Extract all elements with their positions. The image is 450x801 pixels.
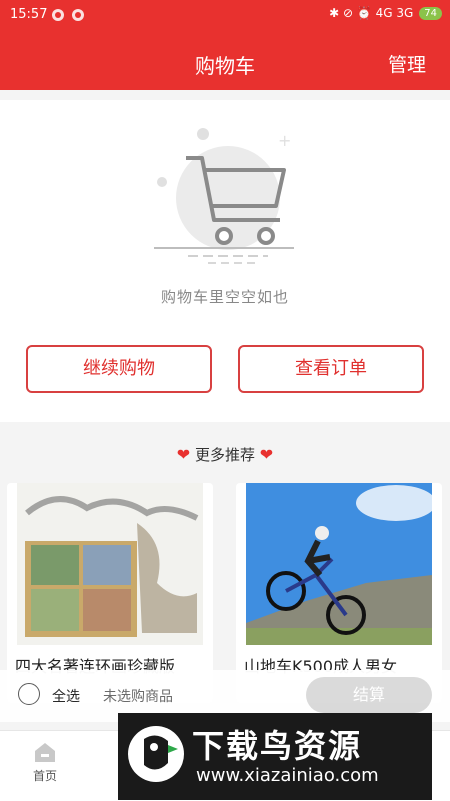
status-icons: ✱ ⊘ ⏰ 4G 3G 74	[329, 6, 442, 20]
svg-text:+: +	[278, 131, 291, 150]
battery-icon: 74	[419, 6, 442, 20]
home-icon	[35, 743, 55, 762]
manage-button[interactable]: 管理	[388, 50, 426, 77]
recommend-header: ❤ 更多推荐 ❤	[0, 444, 450, 465]
mountain-bike-image	[246, 483, 432, 645]
status-bar: 15:57 ✱ ⊘ ⏰ 4G 3G 74	[0, 0, 450, 30]
view-orders-button[interactable]: 查看订单	[238, 345, 424, 393]
select-all-radio[interactable]	[18, 683, 40, 705]
comic-books-image	[17, 483, 203, 645]
continue-shopping-button[interactable]: 继续购物	[26, 345, 212, 393]
watermark-title: 下载鸟资源	[192, 727, 363, 765]
tab-home-label: 首页	[32, 769, 57, 783]
heart-icon: ❤	[176, 445, 191, 464]
empty-cart-panel: + 购物车里空空如也 继续购物 查看订单	[0, 100, 450, 422]
recommend-title: 更多推荐	[194, 446, 255, 464]
selection-status: 未选购商品	[103, 689, 173, 705]
empty-cart-message: 购物车里空空如也	[160, 288, 289, 306]
page-title: 购物车	[195, 54, 255, 78]
select-all-label[interactable]: 全选	[52, 686, 80, 706]
watermark-banner: 下载鸟资源 www.xiazainiao.com	[118, 713, 432, 800]
status-time: 15:57	[10, 7, 48, 22]
empty-cart-icon: +	[154, 128, 294, 264]
header: 购物车 管理	[0, 30, 450, 90]
bird-logo-icon	[128, 726, 184, 782]
checkout-button[interactable]: 结算	[306, 677, 432, 713]
signal-icons: ✱ ⊘ ⏰ 4G 3G	[329, 6, 414, 20]
watermark-url: www.xiazainiao.com	[196, 765, 379, 786]
notification-icon	[52, 9, 64, 21]
tab-home[interactable]: 首页	[22, 741, 68, 784]
notification-icon	[72, 9, 84, 21]
heart-icon: ❤	[259, 445, 274, 464]
